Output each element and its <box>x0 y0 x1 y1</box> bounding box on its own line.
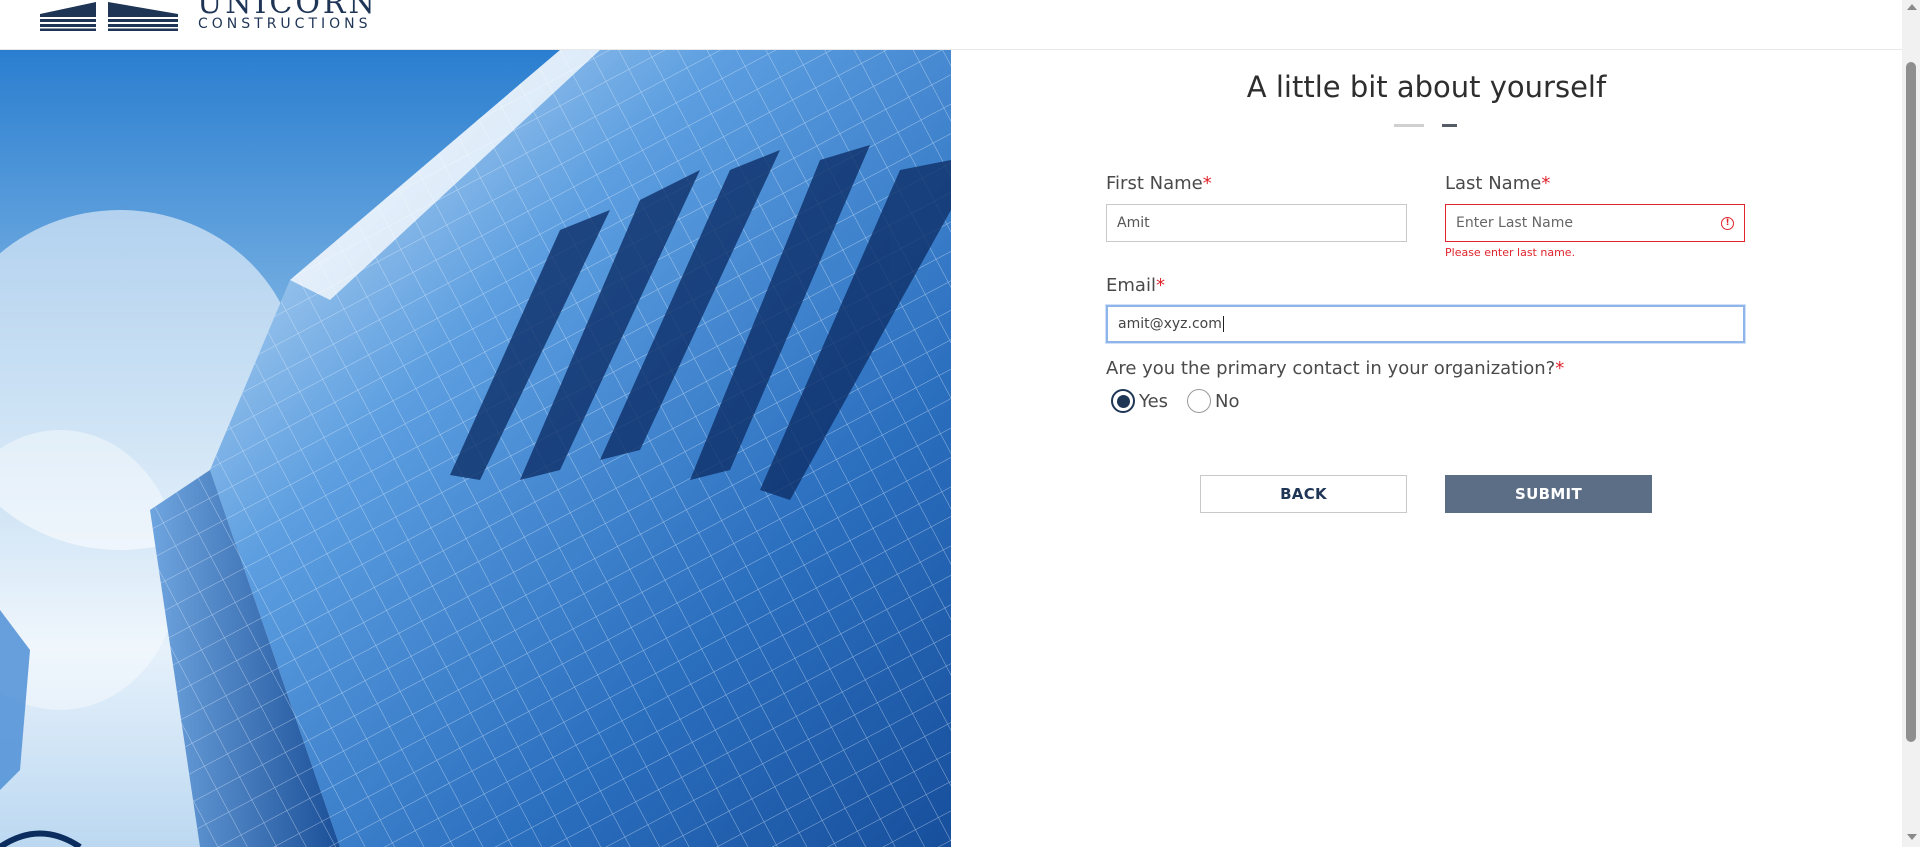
last-name-label-text: Last Name <box>1445 173 1542 194</box>
radio-option-yes[interactable]: Yes <box>1111 389 1168 413</box>
last-name-input[interactable]: Enter Last Name ! <box>1445 204 1745 242</box>
page-scrollbar[interactable] <box>1902 0 1920 847</box>
radio-option-no[interactable]: No <box>1187 389 1239 413</box>
top-header: UNICORN CONSTRUCTIONS <box>0 0 1902 50</box>
required-mark: * <box>1155 275 1165 296</box>
hero-building-image <box>0 50 951 847</box>
brand-tagline: CONSTRUCTIONS <box>198 16 372 32</box>
page-title: A little bit about yourself <box>1246 70 1607 104</box>
form-panel <box>951 50 1902 847</box>
radio-yes-button[interactable] <box>1111 389 1135 413</box>
radio-yes-label: Yes <box>1139 390 1169 412</box>
error-icon: ! <box>1721 217 1734 230</box>
back-button[interactable]: BACK <box>1200 475 1407 513</box>
radio-selected-dot <box>1116 394 1130 408</box>
required-mark: * <box>1555 358 1565 379</box>
first-name-label-text: First Name <box>1106 173 1203 194</box>
text-cursor <box>1222 316 1224 332</box>
last-name-error-message: Please enter last name. <box>1445 246 1576 259</box>
email-label: Email* <box>1106 275 1165 296</box>
email-label-text: Email <box>1106 275 1156 296</box>
building-logo-icon <box>38 0 180 31</box>
required-mark: * <box>1541 173 1551 194</box>
required-mark: * <box>1202 173 1212 194</box>
step-indicator-1 <box>1394 124 1424 127</box>
last-name-placeholder: Enter Last Name <box>1456 215 1573 231</box>
email-input[interactable]: amit@xyz.com <box>1106 305 1745 343</box>
first-name-value: Amit <box>1117 215 1150 231</box>
primary-contact-question: Are you the primary contact in your orga… <box>1106 358 1564 379</box>
scroll-down-arrow-icon[interactable] <box>1907 834 1917 840</box>
last-name-label: Last Name* <box>1445 173 1550 194</box>
scroll-up-arrow-icon[interactable] <box>1907 4 1917 10</box>
primary-contact-question-text: Are you the primary contact in your orga… <box>1106 358 1556 379</box>
radio-no-button[interactable] <box>1187 389 1211 413</box>
first-name-input[interactable]: Amit <box>1106 204 1407 242</box>
radio-no-label: No <box>1215 390 1240 412</box>
email-value: amit@xyz.com <box>1118 316 1222 332</box>
submit-button[interactable]: SUBMIT <box>1445 475 1652 513</box>
scrollbar-thumb[interactable] <box>1906 62 1916 742</box>
first-name-label: First Name* <box>1106 173 1212 194</box>
step-indicator-2 <box>1442 124 1457 127</box>
